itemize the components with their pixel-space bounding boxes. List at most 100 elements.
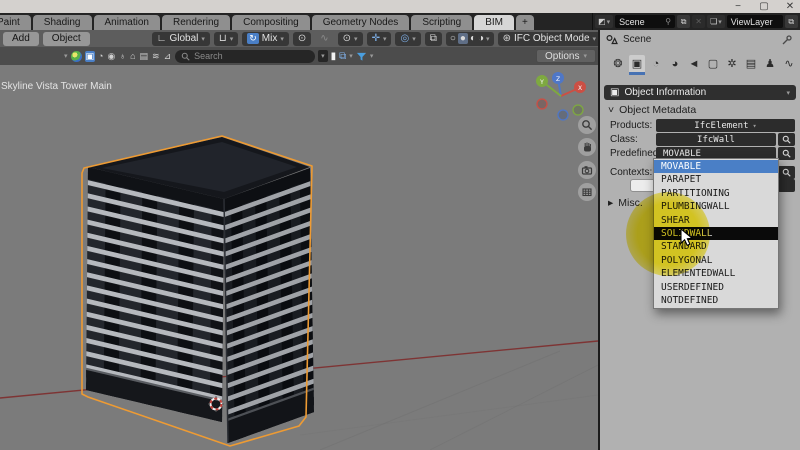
- extra-action-button[interactable]: [778, 179, 795, 192]
- overlays-toggle[interactable]: ◎ ▾: [395, 32, 420, 46]
- workspace-tab[interactable]: Scripting: [411, 15, 472, 30]
- minimize-button[interactable]: −: [732, 0, 744, 13]
- contexts-label: Contexts:: [610, 167, 656, 178]
- props-tab-object-information[interactable]: ▣: [629, 55, 645, 75]
- mode-dropdown[interactable]: ⊛ IFC Object Mode ▾: [498, 32, 602, 46]
- neg-z-axis-handle: [558, 110, 568, 120]
- menu-item[interactable]: SOLIDWALL: [654, 227, 778, 240]
- props-tab-output[interactable]: ▤: [743, 55, 759, 75]
- object-metadata-section-header[interactable]: ˅ Object Metadata: [608, 104, 696, 116]
- panel-category-dropdown[interactable]: ▣ Object Information ▾: [604, 85, 796, 100]
- add-menu-button[interactable]: Add: [3, 32, 39, 46]
- workspace-tab[interactable]: Geometry Nodes: [312, 15, 410, 30]
- visibility-dropdown[interactable]: ⊙ ▾: [338, 32, 363, 46]
- props-tab-geometry[interactable]: ◔: [648, 55, 664, 75]
- gizmo-toggle[interactable]: ✛ ▾: [367, 32, 392, 46]
- viewlayer-datablock-icon[interactable]: ❏▾: [707, 15, 725, 28]
- maximize-button[interactable]: ▢: [758, 0, 770, 13]
- contexts-search-button[interactable]: [778, 166, 795, 179]
- transform-orientation-dropdown[interactable]: ∟ Global ▾: [152, 32, 210, 46]
- props-tab-collaboration[interactable]: ♟: [762, 55, 778, 75]
- viewport-scene: [0, 65, 599, 450]
- bookmark-icon[interactable]: ▮: [331, 51, 337, 62]
- rendered-shading-icon[interactable]: ◑: [478, 33, 484, 44]
- perspective-toggle-button[interactable]: [578, 183, 596, 201]
- os-titlebar: − ▢ ✕: [0, 0, 800, 13]
- workspace-tab[interactable]: BIM: [474, 15, 514, 30]
- misc-section-header[interactable]: ▸ Misc.: [608, 197, 643, 209]
- filter-toggle-icon[interactable]: ≋: [151, 51, 161, 62]
- scene-datablock-icon[interactable]: ◩▾: [595, 15, 613, 28]
- zoom-button[interactable]: [578, 116, 596, 134]
- material-shading-icon[interactable]: ◐: [470, 33, 476, 44]
- pan-hand-button[interactable]: [578, 138, 596, 156]
- search-options-chevron[interactable]: ▾: [318, 50, 328, 62]
- filter-toggle-icon[interactable]: ♁: [118, 51, 127, 62]
- props-tab-materials[interactable]: ◕: [667, 55, 683, 75]
- workspace-tab[interactable]: Animation: [94, 15, 160, 30]
- falloff-dropdown[interactable]: ∿: [315, 32, 333, 46]
- workspace-tab[interactable]: Rendering: [162, 15, 230, 30]
- menu-item[interactable]: STANDARD: [654, 240, 778, 253]
- filter-toggle-icon[interactable]: ◔: [97, 51, 104, 62]
- workspace-tab[interactable]: +: [516, 15, 534, 30]
- mouse-cursor: [680, 228, 695, 250]
- menu-item[interactable]: SHEAR: [654, 214, 778, 227]
- visibility-icon: ⊙: [343, 33, 351, 44]
- menu-item[interactable]: NOTDEFINED: [654, 294, 778, 307]
- viewport-filter-bar: ▾ ▣◔◉♁⌂▤≋⊿ Search ▾ ▮ ⧉▾ ▾ Options▾: [0, 47, 599, 65]
- workspace-tab[interactable]: Paint: [0, 15, 31, 30]
- products-dropdown[interactable]: IfcElement▾: [656, 119, 795, 132]
- blend-mode-dropdown[interactable]: ↻ Mix ▾: [242, 32, 289, 46]
- display-mode-icon[interactable]: ⧉: [339, 51, 346, 62]
- 3d-viewport[interactable]: Skyline Vista Tower Main X Y Z: [0, 65, 599, 450]
- pin-id-icon[interactable]: [781, 35, 792, 49]
- class-search-button[interactable]: [778, 133, 795, 146]
- filter-funnel-icon[interactable]: [356, 51, 367, 62]
- menu-item[interactable]: PARTITIONING: [654, 187, 778, 200]
- proportional-editing-toggle[interactable]: ⊙: [293, 32, 311, 46]
- viewlayer-copy-button[interactable]: ⧉: [785, 15, 798, 28]
- camera-view-button[interactable]: [578, 161, 596, 179]
- collapsed-arrow-icon: ▸: [608, 197, 613, 209]
- filter-toggle-icon[interactable]: ▤: [139, 51, 150, 62]
- close-button[interactable]: ✕: [784, 0, 796, 13]
- props-tab-quality[interactable]: ∿: [781, 55, 797, 75]
- menu-item[interactable]: POLYGONAL: [654, 254, 778, 267]
- props-tab-project-overview[interactable]: ❂: [610, 55, 626, 75]
- snap-dropdown[interactable]: ⊔ ▾: [214, 32, 238, 46]
- menu-item[interactable]: PARAPET: [654, 173, 778, 186]
- filter-toggle-icon[interactable]: ⌂: [129, 51, 136, 62]
- search-input[interactable]: Search: [175, 50, 315, 63]
- props-tab-drawings[interactable]: ▢: [705, 55, 721, 75]
- object-menu-button[interactable]: Object: [43, 32, 90, 46]
- scene-selector[interactable]: Scene ⚲: [615, 15, 675, 28]
- menu-item[interactable]: ELEMENTEDWALL: [654, 267, 778, 280]
- class-dropdown[interactable]: IfcWall: [656, 133, 776, 146]
- viewlayer-selector[interactable]: ViewLayer: [727, 15, 783, 28]
- props-tab-structure[interactable]: ✲: [724, 55, 740, 75]
- scene-copy-button[interactable]: ⧉: [677, 15, 690, 28]
- menu-item[interactable]: PLUMBINGWALL: [654, 200, 778, 213]
- topbar: PaintShadingAnimationRenderingCompositin…: [0, 13, 800, 30]
- filter-collapse-chevron[interactable]: ▾: [64, 52, 68, 60]
- predefined-search-button[interactable]: [778, 147, 795, 160]
- pin-icon[interactable]: ⚲: [665, 17, 671, 26]
- workspace-tab[interactable]: Shading: [33, 15, 92, 30]
- workspace-tabs: PaintShadingAnimationRenderingCompositin…: [0, 15, 534, 30]
- scene-delete-button[interactable]: ✕: [692, 15, 705, 28]
- filter-toggle-icon[interactable]: ◉: [106, 51, 116, 62]
- material-preview-ball-icon[interactable]: [71, 51, 82, 62]
- menu-item[interactable]: USERDEFINED: [654, 281, 778, 294]
- products-label: Products:: [610, 120, 656, 131]
- expanded-arrow-icon: ˅: [608, 104, 614, 116]
- xray-toggle[interactable]: ⧉: [425, 32, 442, 46]
- filter-toggle-icon[interactable]: ⊿: [163, 51, 173, 62]
- solid-shading-icon[interactable]: ●: [458, 33, 468, 44]
- wireframe-shading-icon[interactable]: ○: [450, 33, 456, 44]
- filter-toggle-icon[interactable]: ▣: [85, 51, 96, 62]
- props-tab-services[interactable]: ◄: [686, 55, 702, 75]
- options-button[interactable]: Options▾: [536, 49, 596, 63]
- menu-item[interactable]: MOVABLE: [654, 160, 778, 173]
- workspace-tab[interactable]: Compositing: [232, 15, 310, 30]
